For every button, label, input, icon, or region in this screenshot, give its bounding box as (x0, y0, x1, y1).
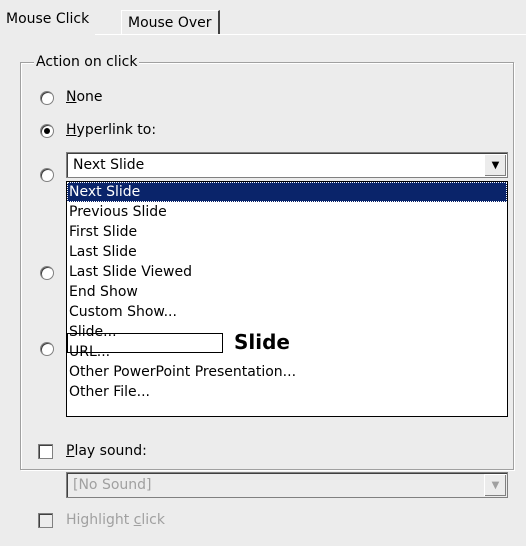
hyperlink-radio[interactable] (40, 124, 54, 138)
list-item[interactable]: Next Slide (67, 182, 507, 202)
play-sound-label-rest: lay sound: (74, 443, 147, 459)
tab-mouse-click[interactable]: Mouse Click (0, 6, 96, 36)
sound-combo[interactable]: [No Sound] ▼ (66, 472, 508, 498)
hyperlink-combo[interactable]: Next Slide ▼ (66, 152, 508, 178)
list-item[interactable]: Last Slide Viewed (67, 262, 507, 282)
highlight-label-start: Highlight (66, 512, 134, 528)
highlight-click-checkbox[interactable] (38, 513, 53, 528)
group-title: Action on click (34, 52, 140, 72)
play-sound-checkbox[interactable] (38, 444, 53, 459)
list-item[interactable]: Custom Show... (67, 302, 507, 322)
run-macro-radio[interactable] (40, 266, 54, 280)
radio-dot (44, 128, 50, 134)
list-item[interactable]: Last Slide (67, 242, 507, 262)
tab-mouse-over[interactable]: Mouse Over (121, 10, 220, 34)
tab-label: Mouse Over (128, 15, 212, 31)
highlight-label-rest: lick (141, 512, 165, 528)
hyperlink-dropdown-list[interactable]: Next Slide Previous Slide First Slide La… (66, 181, 508, 417)
hyperlink-mnemonic: H (66, 122, 77, 138)
hyperlink-label[interactable]: Hyperlink to: (66, 120, 156, 140)
run-program-radio[interactable] (40, 168, 54, 182)
none-radio[interactable] (40, 91, 54, 105)
sound-combo-value: [No Sound] (73, 477, 152, 493)
none-mnemonic: N (66, 89, 77, 105)
list-item[interactable]: End Show (67, 282, 507, 302)
tab-strip: Mouse Click Mouse Over (0, 6, 526, 36)
chevron-down-icon[interactable]: ▼ (484, 154, 506, 176)
play-sound-label[interactable]: Play sound: (66, 441, 147, 461)
list-item[interactable]: First Slide (67, 222, 507, 242)
object-action-radio[interactable] (40, 342, 54, 356)
list-item[interactable]: Other File... (67, 382, 507, 402)
slide-callout-box (67, 333, 223, 353)
none-label[interactable]: None (66, 87, 103, 107)
chevron-down-icon[interactable]: ▼ (484, 474, 506, 496)
tab-label: Mouse Click (6, 11, 90, 27)
highlight-click-label[interactable]: Highlight click (66, 510, 165, 530)
list-item[interactable]: Previous Slide (67, 202, 507, 222)
hyperlink-combo-value: Next Slide (73, 157, 145, 173)
none-label-rest: one (76, 89, 103, 105)
slide-callout-label: Slide (234, 330, 290, 354)
list-item[interactable]: Other PowerPoint Presentation... (67, 362, 507, 382)
hyperlink-label-rest: yperlink to: (76, 122, 157, 138)
